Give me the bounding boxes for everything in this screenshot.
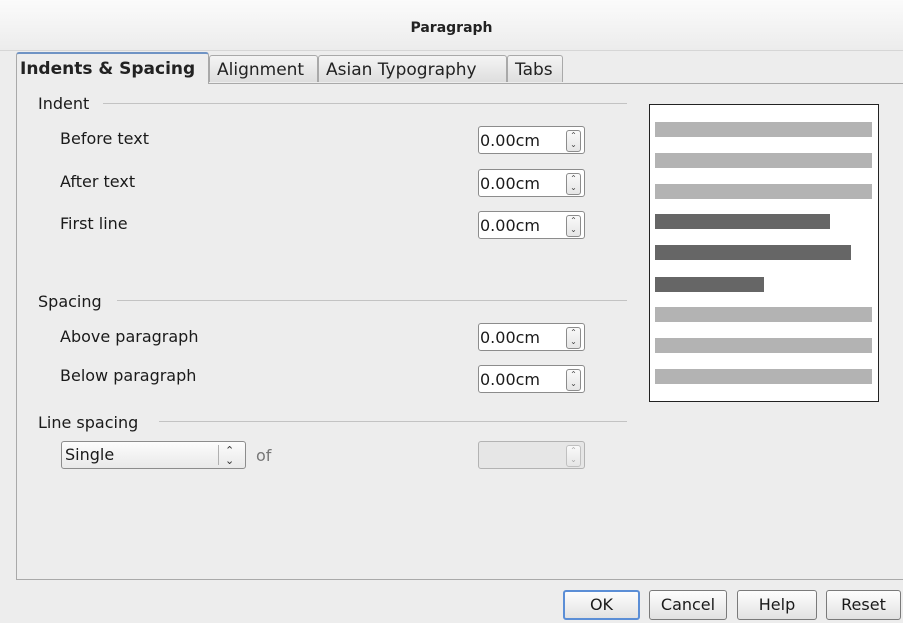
preview-line-after [655, 338, 872, 353]
before-text-field: ⌃⌄ [478, 126, 585, 154]
preview-line-after [655, 369, 872, 384]
line-spacing-of-input [480, 443, 562, 467]
after-text-label: After text [60, 172, 136, 191]
first-line-field: ⌃⌄ [478, 211, 585, 239]
below-paragraph-spin-icon[interactable]: ⌃ ⌄ [566, 369, 581, 391]
below-paragraph-field: ⌃⌄ [478, 365, 585, 393]
title-bar: Paragraph [0, 0, 903, 51]
window-title: Paragraph [410, 20, 493, 36]
line-spacing-select[interactable]: Single ⌃ ⌄ [61, 441, 246, 469]
spacing-heading: Spacing [38, 292, 102, 311]
ok-button[interactable]: OK [563, 590, 640, 620]
preview-line-before [655, 184, 872, 199]
above-paragraph-spin-icon[interactable]: ⌃ ⌄ [566, 327, 581, 349]
after-text-input[interactable] [480, 171, 562, 195]
line-spacing-heading: Line spacing [38, 413, 139, 432]
preview-line-before [655, 153, 872, 168]
preview-line-before [655, 122, 872, 137]
chevron-up-down-icon: ⌃ ⌄ [225, 444, 235, 467]
before-text-label: Before text [60, 129, 149, 148]
preview-line-current [655, 214, 830, 229]
above-paragraph-input[interactable] [480, 325, 562, 349]
after-text-field: ⌃⌄ [478, 169, 585, 197]
reset-button[interactable]: Reset [826, 590, 901, 620]
of-label: of [256, 446, 272, 465]
first-line-spin-icon[interactable]: ⌃ ⌄ [566, 215, 581, 237]
help-button[interactable]: Help [737, 590, 817, 620]
spacing-divider [117, 300, 627, 301]
line-spacing-selected: Single [65, 445, 115, 464]
line-spacing-divider [159, 421, 627, 422]
above-paragraph-label: Above paragraph [60, 327, 199, 346]
before-text-spin-icon[interactable]: ⌃ ⌄ [566, 130, 581, 152]
tab-asian-typography[interactable]: Asian Typography [318, 55, 507, 82]
first-line-input[interactable] [480, 213, 562, 237]
indent-heading: Indent [38, 94, 90, 113]
indent-divider [103, 103, 627, 104]
line-spacing-of-spin-icon: ⌃ ⌄ [566, 445, 581, 467]
preview-line-current [655, 277, 764, 292]
preview-line-after [655, 307, 872, 322]
tab-tabs[interactable]: Tabs [507, 55, 563, 82]
line-spacing-of-field: ⌃ ⌄ [478, 441, 585, 469]
above-paragraph-field: ⌃⌄ [478, 323, 585, 351]
below-paragraph-input[interactable] [480, 367, 562, 391]
preview-line-current [655, 245, 851, 260]
paragraph-preview [649, 104, 879, 402]
first-line-label: First line [60, 214, 128, 233]
select-separator [218, 445, 219, 465]
below-paragraph-label: Below paragraph [60, 366, 197, 385]
tab-indents-spacing[interactable]: Indents & Spacing [16, 52, 209, 84]
tab-alignment[interactable]: Alignment [209, 55, 318, 82]
before-text-input[interactable] [480, 128, 562, 152]
after-text-spin-icon[interactable]: ⌃ ⌄ [566, 173, 581, 195]
cancel-button[interactable]: Cancel [649, 590, 727, 620]
